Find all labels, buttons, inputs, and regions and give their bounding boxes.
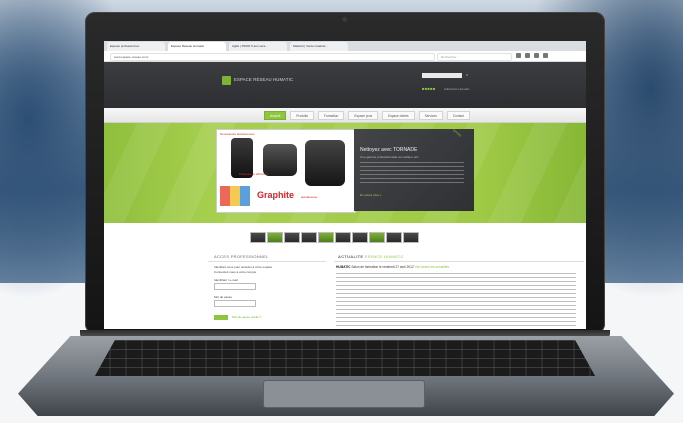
section-title-accent: ESPACE HUMATIC — [364, 254, 404, 259]
login-intro-2: Connectez-vous à votre compte — [214, 270, 257, 274]
site-brand[interactable]: ESPACE RÉSEAU HUMATIC — [234, 77, 293, 82]
carousel-thumb[interactable] — [267, 232, 283, 243]
carousel-thumb[interactable] — [318, 232, 334, 243]
laptop-screen: Espace professionnel... Espace Réseau Hu… — [104, 41, 586, 329]
login-button[interactable] — [214, 315, 228, 320]
home-icon[interactable] — [534, 53, 539, 58]
password-field[interactable] — [214, 300, 256, 307]
scrubber-machine-image — [305, 140, 345, 186]
close-icon[interactable]: × — [466, 72, 468, 77]
hero-more-link[interactable]: En savoir plus » — [360, 193, 381, 197]
news-all-link[interactable]: Voir toutes les actualités — [415, 265, 449, 269]
hero-subtitle: Une gamme professionnelle au meilleur pr… — [360, 155, 419, 159]
news-headline-text: Salon de formation le vendredi 27 avril … — [351, 265, 414, 269]
hero-banner: Nouveautés autolaveuses Pratiques et eff… — [104, 123, 586, 223]
carousel-thumbnails — [250, 232, 419, 243]
browser-tab[interactable]: Matériel | Vente matériel... — [290, 42, 348, 51]
browser-tab[interactable]: Agilis | PROD 5 ans sera... — [229, 42, 287, 51]
email-field[interactable] — [214, 283, 256, 290]
rating-stars: ■■■■■ — [422, 86, 436, 91]
news-body-text — [336, 273, 576, 327]
forgot-password-link[interactable]: Mot de passe oublié ? — [232, 315, 261, 319]
password-label: Mot de passe — [214, 295, 233, 299]
nav-item-formation[interactable]: Formation — [317, 111, 345, 120]
news-headline-bold: HUMATIC — [336, 265, 351, 269]
email-label: Identifiant / e-mail — [214, 278, 238, 282]
site-logo-icon[interactable] — [222, 76, 231, 85]
members-link[interactable]: Adhérents Humatic — [444, 87, 470, 91]
scrubber-machine-image — [263, 144, 297, 176]
menu-icon[interactable] — [543, 53, 548, 58]
nav-item-accueil[interactable]: Accueil — [264, 111, 287, 120]
toolbar-icons — [516, 53, 548, 58]
webcam-icon — [342, 17, 347, 22]
section-title-prefix: ACTUALITE — [338, 254, 364, 259]
browser-tab-bar: Espace professionnel... Espace Réseau Hu… — [104, 41, 586, 51]
laptop-lid: Espace professionnel... Espace Réseau Hu… — [85, 12, 605, 334]
carousel-thumb[interactable] — [335, 232, 351, 243]
laptop: Espace professionnel... Espace Réseau Hu… — [0, 0, 683, 423]
keyboard-rows — [95, 340, 595, 376]
pro-access-heading: ACCES PROFESSIONNEL — [208, 251, 326, 262]
address-bar[interactable]: www.espace-reseau.com/ — [110, 53, 435, 61]
carousel-thumb[interactable] — [369, 232, 385, 243]
browser-toolbar: www.espace-reseau.com/ Rechercher — [104, 51, 586, 62]
product-subtitle: autolaveuse — [301, 195, 318, 199]
carousel-thumb[interactable] — [284, 232, 300, 243]
promo-tag: Nouveautés autolaveuses — [220, 132, 255, 136]
carousel-thumb[interactable] — [386, 232, 402, 243]
site-header: ESPACE RÉSEAU HUMATIC × ■■■■■ Adhérents … — [104, 62, 586, 108]
news-block: HUMATIC Salon de formation le vendredi 2… — [336, 265, 580, 329]
section-title: ACCES PROFESSIONNEL — [214, 254, 269, 259]
hero-body-text — [360, 162, 464, 184]
browser-tab[interactable]: Espace professionnel... — [107, 42, 165, 51]
offer-ribbon: OFFRE — [451, 128, 463, 138]
download-icon[interactable] — [525, 53, 530, 58]
news-headline: HUMATIC Salon de formation le vendredi 2… — [336, 265, 449, 269]
login-form: Identifiez-vous pour accéder à votre esp… — [210, 265, 322, 325]
carousel-thumb[interactable] — [301, 232, 317, 243]
hero-product-image[interactable]: Nouveautés autolaveuses Pratiques et eff… — [216, 129, 356, 213]
hero-title: Nettoyez avec TORNADE — [360, 147, 418, 153]
news-heading: ACTUALITE ESPACE HUMATIC — [334, 251, 584, 262]
carousel-thumb[interactable] — [250, 232, 266, 243]
site-nav: Accueil Produits Formation Espace pros E… — [104, 108, 586, 123]
section-title: ACTUALITE ESPACE HUMATIC — [338, 254, 404, 259]
carousel-thumb[interactable] — [403, 232, 419, 243]
browser-tab-active[interactable]: Espace Réseau Humatic — [168, 42, 226, 51]
partner-logos — [220, 186, 250, 206]
hero-caption: Pratiques et efficaces — [239, 172, 268, 176]
touchpad — [263, 380, 425, 408]
bookmark-icon[interactable] — [516, 53, 521, 58]
nav-item-services[interactable]: Services — [418, 111, 443, 120]
nav-item-contact[interactable]: Contact — [446, 111, 470, 120]
product-name: Graphite — [257, 190, 295, 200]
carousel-thumb[interactable] — [352, 232, 368, 243]
login-field[interactable] — [422, 73, 462, 78]
nav-item-espace-pros[interactable]: Espace pros — [348, 111, 379, 120]
hero-text-panel: OFFRE Nettoyez avec TORNADE Une gamme pr… — [354, 128, 474, 211]
nav-item-espace-clients[interactable]: Espace clients — [382, 111, 415, 120]
nav-item-produits[interactable]: Produits — [290, 111, 314, 120]
browser-search-input[interactable]: Rechercher — [437, 53, 512, 61]
login-intro: Identifiez-vous pour accéder à votre esp… — [214, 265, 273, 269]
